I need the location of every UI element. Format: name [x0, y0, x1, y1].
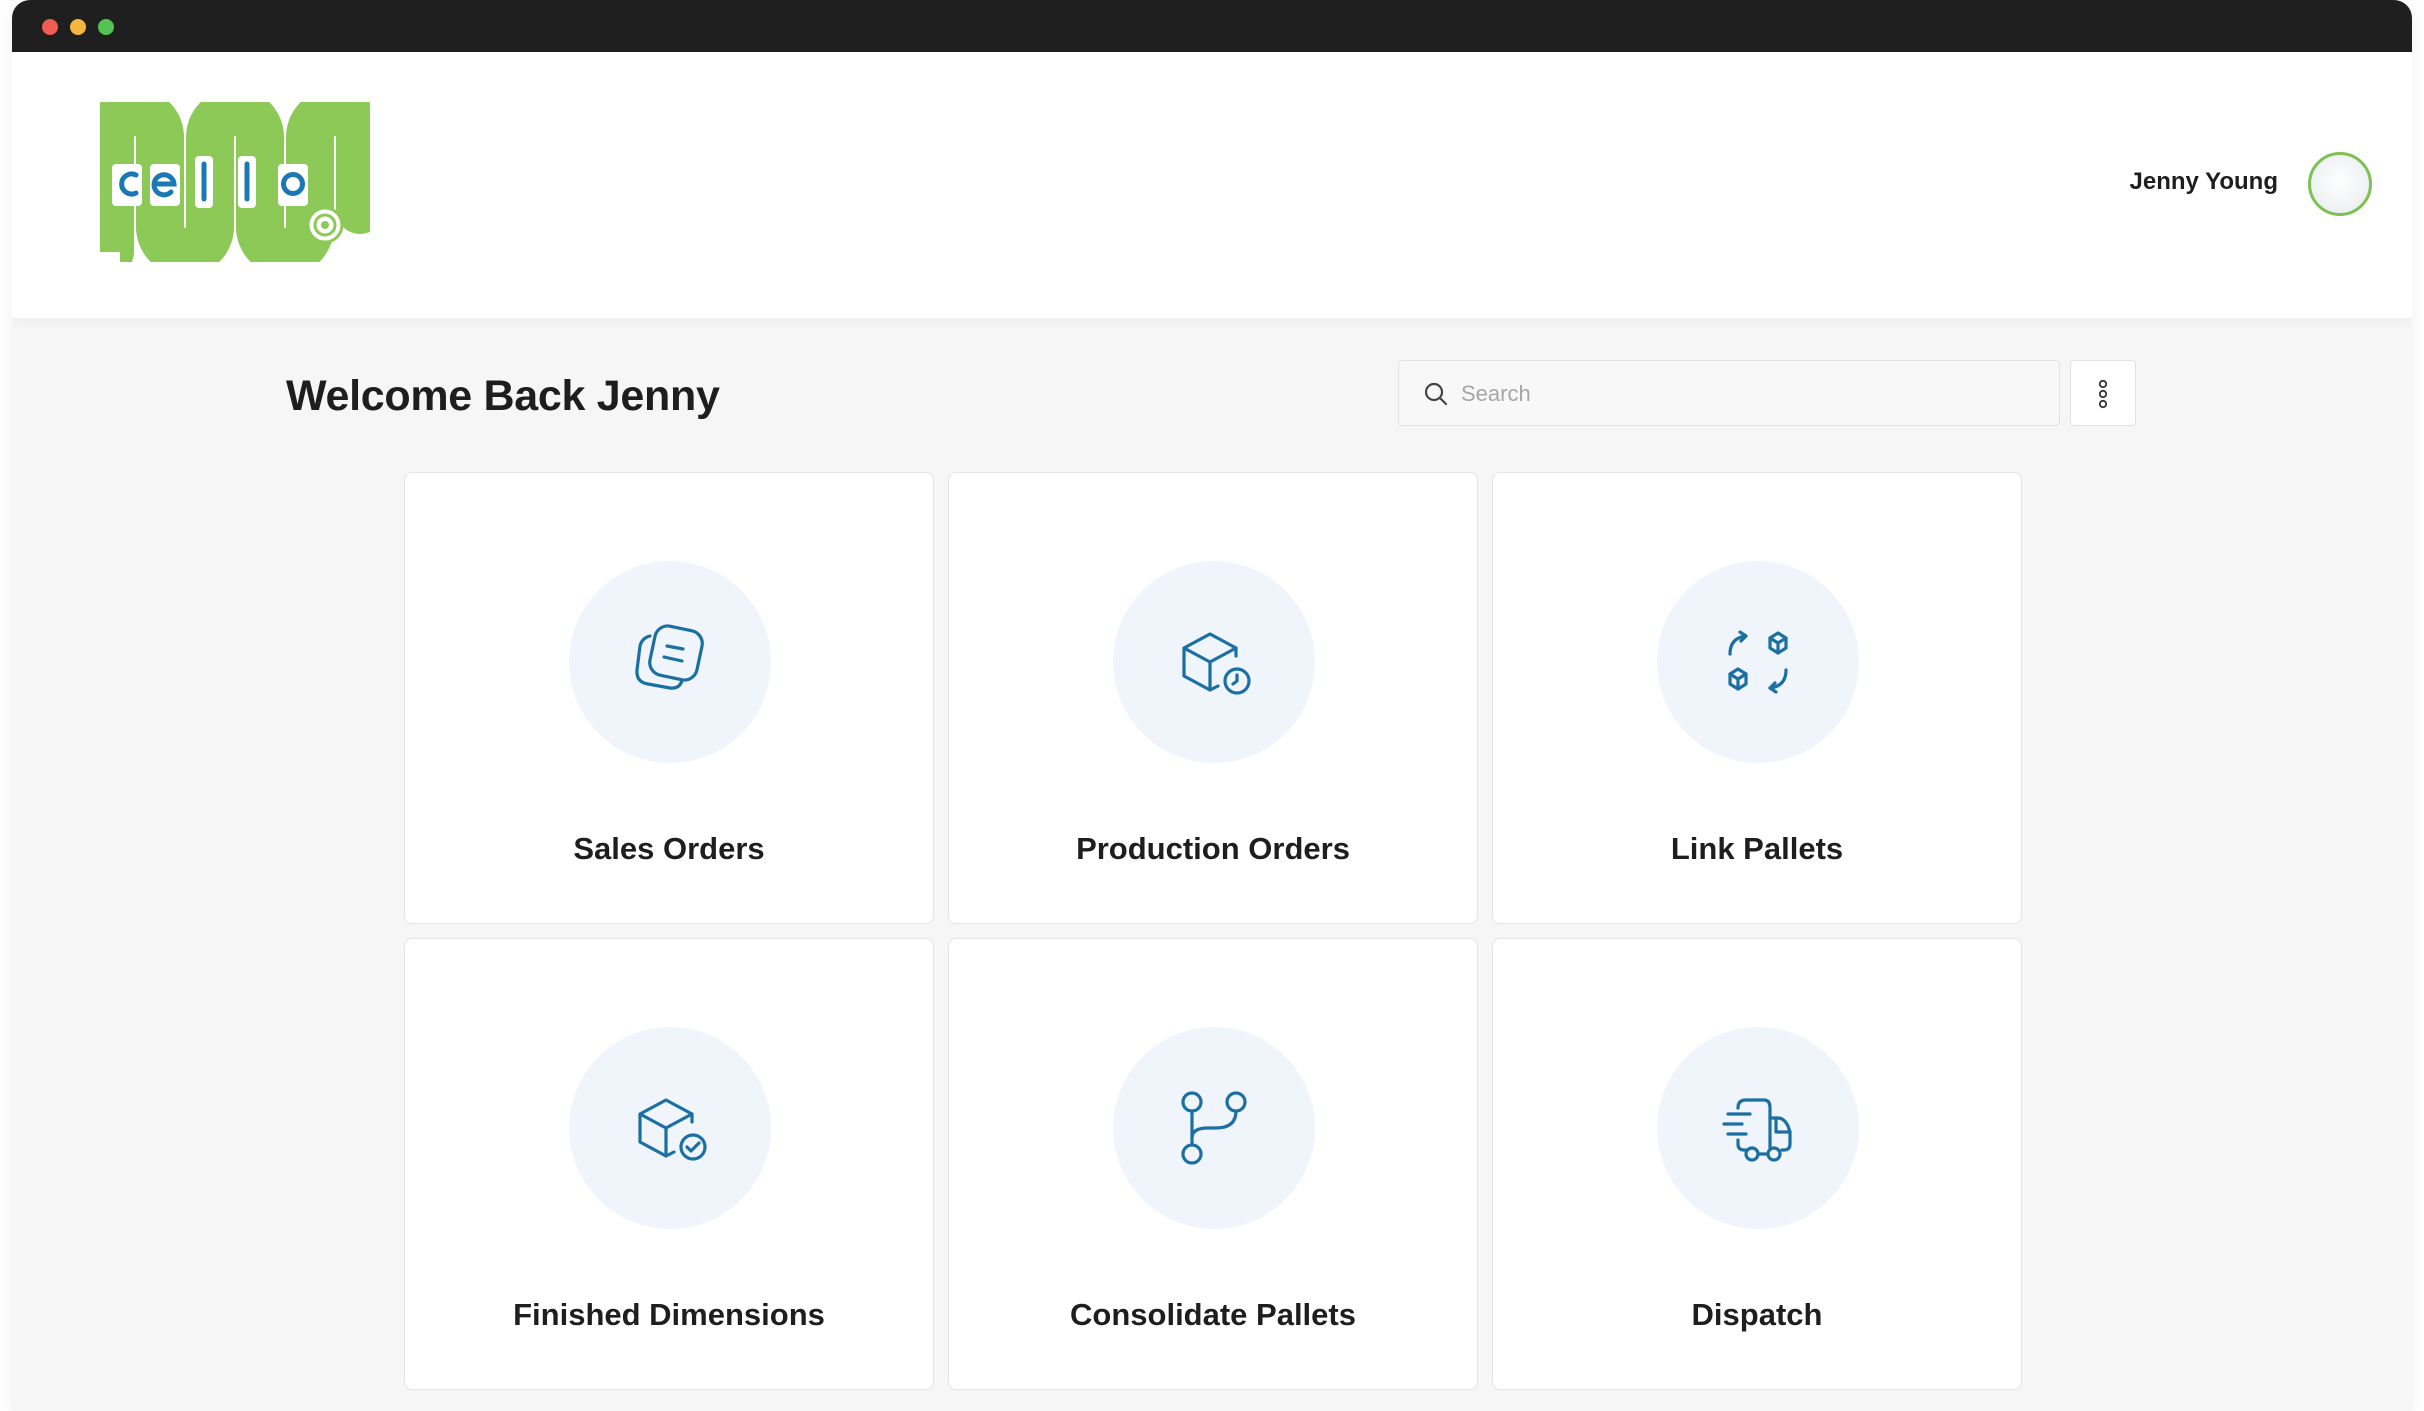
sales-orders-icon: [635, 624, 704, 690]
window-titlebar: [12, 0, 2412, 52]
icon-circle: [569, 1027, 771, 1229]
card-label: Finished Dimensions: [513, 1297, 825, 1332]
user-name[interactable]: Jenny Young: [2130, 168, 2278, 196]
card-label: Dispatch: [1691, 1297, 1823, 1332]
close-window-button[interactable]: [42, 19, 58, 35]
search-input[interactable]: [1459, 361, 2043, 426]
icon-circle: [1657, 1027, 1859, 1229]
main-content: Welcome Back Jenny Search Sales Orders P…: [12, 318, 2412, 1411]
app-header: cello Jenny Young: [12, 52, 2412, 318]
welcome-heading: Welcome Back Jenny: [286, 372, 720, 420]
search-icon: [1424, 382, 1448, 406]
user-avatar[interactable]: [2308, 152, 2372, 216]
more-vertical-icon: [2098, 379, 2108, 409]
more-options-button[interactable]: [2070, 360, 2136, 426]
card-consolidate-pallets[interactable]: Consolidate Pallets: [948, 938, 1478, 1390]
link-pallets-icon: [1728, 630, 1788, 694]
icon-circle: [1113, 561, 1315, 763]
icon-circle: [569, 561, 771, 763]
maximize-window-button[interactable]: [98, 19, 114, 35]
card-label: Sales Orders: [573, 831, 765, 866]
card-label: Production Orders: [1076, 831, 1350, 866]
card-link-pallets[interactable]: Link Pallets: [1492, 472, 2022, 924]
app-window: cello Jenny Young Welc: [12, 0, 2412, 1411]
card-label: Link Pallets: [1670, 831, 1844, 866]
dispatch-icon: [1722, 1098, 1792, 1162]
card-production-orders[interactable]: Production Orders: [948, 472, 1478, 924]
icon-circle: [1113, 1027, 1315, 1229]
cello-logo[interactable]: cello: [100, 102, 370, 262]
consolidate-pallets-icon: [1181, 1091, 1247, 1165]
card-dispatch[interactable]: Dispatch: [1492, 938, 2022, 1390]
search-box[interactable]: [1398, 360, 2060, 426]
card-label: Consolidate Pallets: [1070, 1297, 1356, 1332]
icon-circle: [1657, 561, 1859, 763]
card-finished-dimensions[interactable]: Finished Dimensions: [404, 938, 934, 1390]
minimize-window-button[interactable]: [70, 19, 86, 35]
card-sales-orders[interactable]: Sales Orders: [404, 472, 934, 924]
production-orders-icon: [1182, 632, 1251, 695]
finished-dimensions-icon: [638, 1098, 707, 1161]
